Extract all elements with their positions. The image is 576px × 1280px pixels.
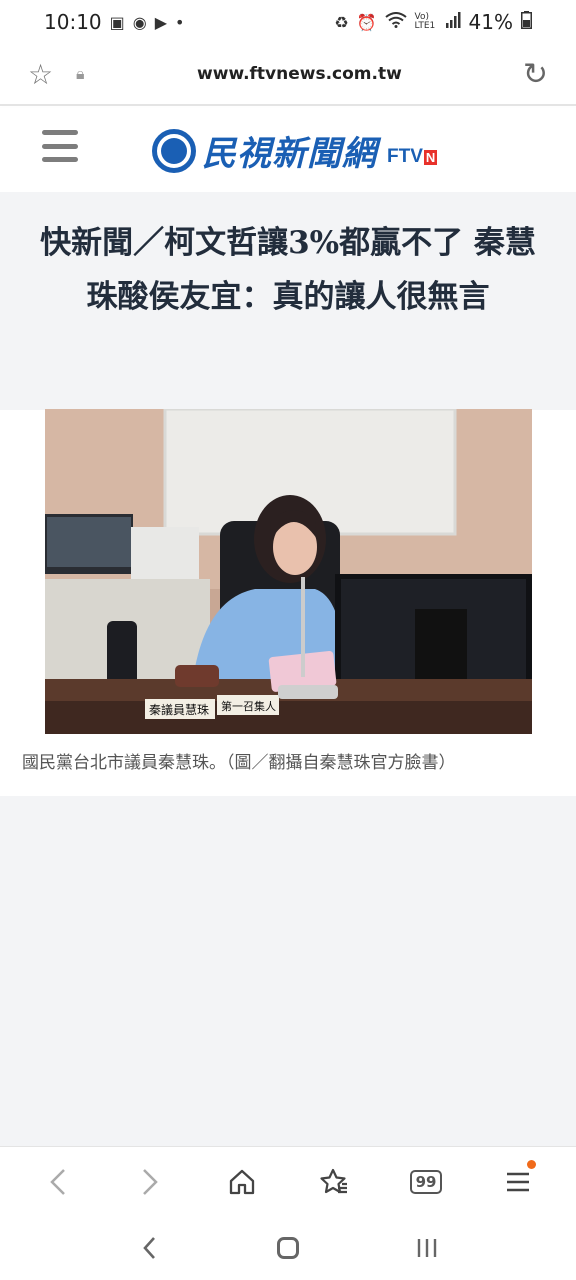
dot-icon: •: [175, 12, 185, 32]
site-header: 民視新聞網 FTV N: [0, 108, 576, 192]
chrome-like-icon: ◉: [132, 12, 147, 32]
wifi-icon: [384, 12, 407, 32]
home-icon[interactable]: [212, 1152, 272, 1212]
logo-eye-icon: [152, 128, 196, 173]
url-text[interactable]: www.ftvnews.com.tw: [100, 64, 499, 84]
gallery-icon: ▣: [109, 12, 125, 32]
tab-count: 99: [409, 1169, 443, 1194]
battery-icon: [521, 10, 532, 34]
tabs-icon[interactable]: 99: [396, 1152, 456, 1212]
browser-bottom-nav: 99: [0, 1146, 576, 1216]
article-photo[interactable]: 秦議員慧珠 第一召集人: [45, 409, 532, 734]
youtube-icon: ▶: [154, 12, 168, 32]
ad-placeholder: [0, 796, 576, 1146]
article-title: 快新聞／柯文哲讓3%都贏不了 秦慧珠酸侯友宜：真的讓人很無言: [40, 225, 536, 315]
url-bar: ☆ 🔒︎ www.ftvnews.com.tw ↻: [0, 44, 576, 106]
menu-icon[interactable]: [488, 1152, 548, 1212]
volte-icon: Vo) LTE1: [414, 12, 436, 31]
status-left: 10:10 ▣ ◉ ▶ •: [44, 10, 184, 34]
logo-text: 民視新聞網: [202, 134, 377, 174]
recycle-icon: ♻: [334, 12, 349, 32]
site-logo[interactable]: 民視新聞網 FTV N: [152, 126, 438, 175]
status-right: ♻ ⏰ Vo) LTE1 41%: [334, 10, 532, 34]
bookmarks-icon[interactable]: [304, 1152, 364, 1212]
title-area: 快新聞／柯文哲讓3%都贏不了 秦慧珠酸侯友宜：真的讓人很無言: [0, 192, 576, 410]
home-nav-icon[interactable]: [258, 1218, 318, 1278]
battery-percent: 41%: [468, 10, 513, 34]
photo-illustration: 秦議員慧珠 第一召集人: [45, 409, 532, 734]
back-nav-icon[interactable]: [119, 1218, 179, 1278]
back-icon[interactable]: [28, 1152, 88, 1212]
notification-dot: [527, 1159, 536, 1169]
star-icon[interactable]: ☆: [28, 58, 64, 91]
status-bar: 10:10 ▣ ◉ ▶ • ♻ ⏰ Vo) LTE1 41%: [0, 0, 576, 44]
lock-icon[interactable]: 🔒︎: [76, 64, 100, 84]
reload-icon[interactable]: ↻: [523, 57, 548, 92]
nameplate-2: 第一召集人: [221, 699, 276, 713]
logo-ftv: FTV N: [387, 145, 438, 167]
nameplate-1: 秦議員慧珠: [149, 702, 209, 717]
photo-caption: 國民黨台北市議員秦慧珠。（圖／翻攝自秦慧珠官方臉書）: [22, 753, 456, 773]
hamburger-menu-icon[interactable]: [42, 130, 78, 162]
forward-icon[interactable]: [120, 1152, 180, 1212]
clock: 10:10: [44, 10, 102, 34]
signal-icon: [445, 12, 461, 32]
recents-icon[interactable]: [397, 1218, 457, 1278]
system-nav-bar: [0, 1216, 576, 1280]
alarm-icon: ⏰: [356, 12, 377, 32]
